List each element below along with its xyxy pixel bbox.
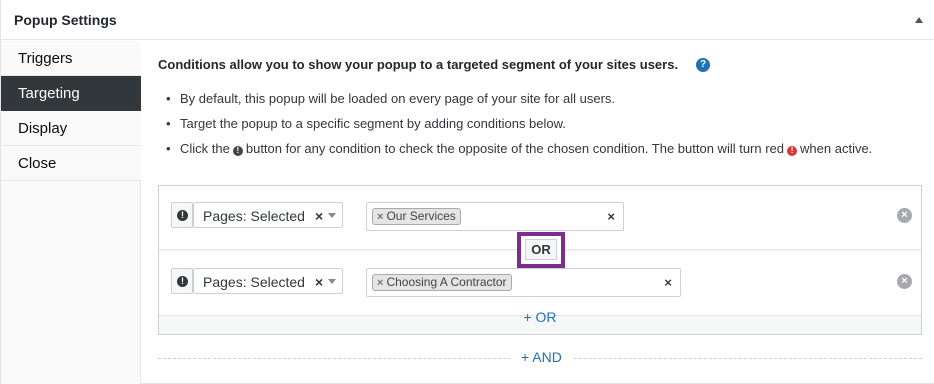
or-label: OR (525, 239, 557, 260)
pages-multiselect[interactable]: × Choosing A Contractor × (366, 268, 681, 297)
clear-icon[interactable]: × (315, 208, 323, 224)
panel-title: Popup Settings (14, 12, 117, 28)
bullet-text: when active. (800, 141, 873, 156)
bullet-text: button for any condition to check the op… (245, 141, 785, 156)
clear-icon[interactable]: × (315, 274, 323, 290)
popup-settings-panel: Popup Settings Triggers Targeting Displa… (0, 0, 934, 384)
not-operator-button[interactable]: ! (171, 268, 193, 294)
tag-remove-icon[interactable]: × (377, 211, 383, 223)
clear-all-icon[interactable]: × (607, 209, 615, 224)
tab-close[interactable]: Close (1, 146, 141, 181)
condition-type-value: Pages: Selected (203, 274, 305, 290)
selected-tag: × Our Services (372, 208, 461, 225)
help-icon[interactable]: ? (696, 58, 710, 72)
settings-sidebar: Triggers Targeting Display Close (1, 41, 141, 384)
collapse-arrow-icon[interactable] (915, 17, 923, 23)
tag-remove-icon[interactable]: × (377, 277, 383, 289)
remove-condition-button[interactable]: × (897, 274, 912, 289)
tab-targeting[interactable]: Targeting (1, 76, 141, 111)
condition-type-value: Pages: Selected (203, 208, 305, 224)
chevron-down-icon[interactable] (328, 279, 336, 284)
chevron-down-icon[interactable] (328, 213, 336, 218)
bullet-text: Target the popup to a specific segment b… (180, 116, 566, 131)
or-divider-highlight: OR (517, 232, 565, 268)
conditions-group: ! Pages: Selected × × Our Services × × ! … (158, 185, 922, 335)
list-item: By default, this popup will be loaded on… (164, 90, 924, 108)
condition-type-select[interactable]: Pages: Selected × (193, 268, 343, 294)
tag-label: Our Services (386, 209, 456, 223)
list-item: Target the popup to a specific segment b… (164, 115, 924, 133)
bullet-text: By default, this popup will be loaded on… (180, 91, 616, 106)
exclamation-circle-icon: ! (177, 276, 188, 287)
list-item: Click the!button for any condition to ch… (164, 140, 924, 158)
conditions-intro: Conditions allow you to show your popup … (158, 57, 679, 72)
clear-all-icon[interactable]: × (664, 275, 672, 290)
add-or-button[interactable]: + OR (159, 309, 921, 325)
selected-tag: × Choosing A Contractor (372, 274, 512, 291)
bullet-text: Click the (180, 141, 230, 156)
not-operator-button[interactable]: ! (171, 202, 193, 228)
add-and-button[interactable]: + AND (511, 349, 572, 365)
instructions-list: By default, this popup will be loaded on… (164, 90, 924, 165)
tab-display[interactable]: Display (1, 111, 141, 146)
tag-label: Choosing A Contractor (386, 275, 507, 289)
exclamation-circle-red-icon: ! (787, 146, 798, 156)
pages-multiselect[interactable]: × Our Services × (366, 202, 624, 231)
exclamation-circle-icon: ! (177, 210, 188, 221)
condition-type-select[interactable]: Pages: Selected × (193, 202, 343, 228)
exclamation-circle-icon: ! (232, 146, 243, 156)
panel-header[interactable]: Popup Settings (1, 0, 934, 40)
remove-condition-button[interactable]: × (897, 208, 912, 223)
tab-triggers[interactable]: Triggers (1, 41, 141, 76)
